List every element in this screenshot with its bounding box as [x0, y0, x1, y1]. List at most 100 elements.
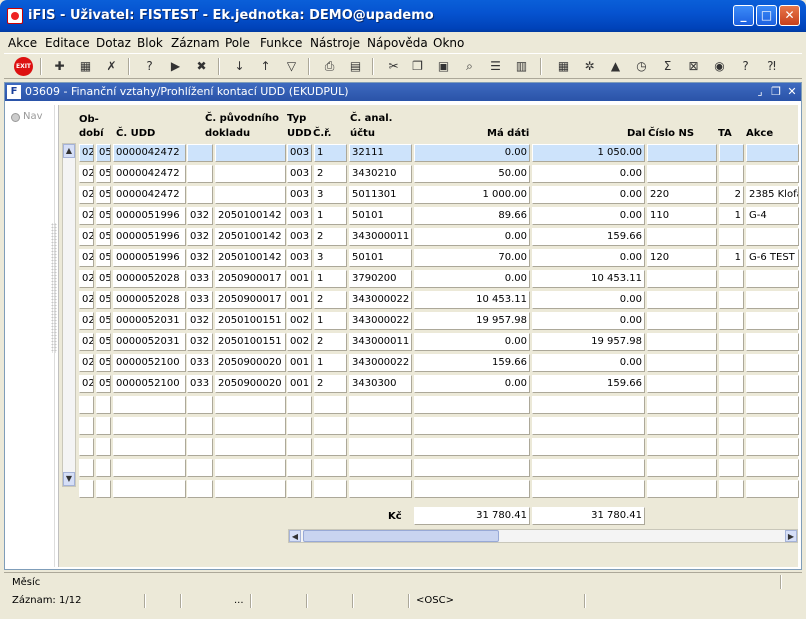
print-icon[interactable]: ⎙ — [320, 57, 339, 76]
cell-cudd[interactable]: 0000052028 — [113, 291, 186, 309]
cancel-query-icon[interactable]: ✖ — [192, 57, 211, 76]
cell-puvodni-doklad[interactable] — [215, 186, 286, 204]
cell-akce[interactable] — [746, 417, 799, 435]
cell-puvodni-doklad[interactable] — [215, 396, 286, 414]
cell-dal[interactable] — [532, 396, 645, 414]
cell-cudd[interactable]: 0000051996 — [113, 207, 186, 225]
find-icon[interactable]: ⌕ — [460, 57, 479, 76]
cell-dal[interactable] — [532, 459, 645, 477]
cell-cislons[interactable] — [647, 354, 717, 372]
cell-anal-ucet[interactable] — [349, 480, 412, 498]
cell-anal-ucet[interactable] — [349, 438, 412, 456]
cell-dal[interactable]: 0.00 — [532, 312, 645, 330]
cell-akce[interactable] — [746, 354, 799, 372]
form-restore-icon[interactable]: ❐ — [769, 84, 783, 99]
cell-puvodni-doklad[interactable]: 2050100142 — [215, 228, 286, 246]
cell-obdobi-1[interactable] — [79, 438, 94, 456]
form-close-icon[interactable]: ✕ — [785, 84, 799, 99]
menu-blok[interactable]: Blok — [137, 36, 163, 50]
context-help-icon[interactable]: ⁈ — [762, 57, 781, 76]
cell-puvodni-doklad[interactable]: 2050100142 — [215, 207, 286, 225]
cell-cr[interactable]: 3 — [314, 186, 347, 204]
cell-akce[interactable] — [746, 375, 799, 393]
cell-doctype[interactable] — [187, 438, 213, 456]
cell-doctype[interactable]: 033 — [187, 291, 213, 309]
cell-obdobi-2[interactable]: 05 — [96, 312, 111, 330]
cell-anal-ucet[interactable]: 32111 — [349, 144, 412, 162]
cell-doctype[interactable]: 033 — [187, 354, 213, 372]
save-icon[interactable]: ▦ — [76, 57, 95, 76]
cell-madati[interactable]: 0.00 — [414, 270, 530, 288]
cell-ta[interactable] — [719, 459, 744, 477]
cell-typ-udd[interactable]: 001 — [287, 291, 312, 309]
scroll-thumb[interactable] — [303, 530, 499, 542]
cell-akce[interactable] — [746, 165, 799, 183]
scroll-down-icon[interactable]: ▼ — [63, 472, 75, 486]
cell-madati[interactable] — [414, 480, 530, 498]
menu-funkce[interactable]: Funkce — [260, 36, 302, 50]
cell-cislons[interactable] — [647, 165, 717, 183]
cell-cislons[interactable] — [647, 333, 717, 351]
cell-cr[interactable]: 1 — [314, 144, 347, 162]
cell-cr[interactable] — [314, 396, 347, 414]
cell-dal[interactable]: 1 050.00 — [532, 144, 645, 162]
cell-obdobi-1[interactable] — [79, 480, 94, 498]
cell-anal-ucet[interactable]: 3790200 — [349, 270, 412, 288]
calculator-icon[interactable]: ▦ — [554, 57, 573, 76]
clock-icon[interactable]: ◷ — [632, 57, 651, 76]
cell-doctype[interactable]: 032 — [187, 207, 213, 225]
cell-obdobi-2[interactable]: 05 — [96, 228, 111, 246]
cell-akce[interactable] — [746, 459, 799, 477]
cell-cislons[interactable] — [647, 396, 717, 414]
cell-cudd[interactable]: 0000052031 — [113, 312, 186, 330]
cell-obdobi-1[interactable]: 02 — [79, 270, 94, 288]
cell-cislons[interactable] — [647, 312, 717, 330]
cell-puvodni-doklad[interactable] — [215, 417, 286, 435]
cell-cislons[interactable] — [647, 438, 717, 456]
cell-doctype[interactable]: 033 — [187, 270, 213, 288]
cell-doctype[interactable] — [187, 144, 213, 162]
cell-akce[interactable] — [746, 333, 799, 351]
cell-cudd[interactable]: 0000052100 — [113, 354, 186, 372]
cell-puvodni-doklad[interactable] — [215, 459, 286, 477]
cell-cislons[interactable] — [647, 228, 717, 246]
cell-ta[interactable] — [719, 396, 744, 414]
cell-ta[interactable] — [719, 354, 744, 372]
execute-query-icon[interactable]: ▶ — [166, 57, 185, 76]
scroll-up-icon[interactable]: ▲ — [63, 144, 75, 158]
cell-cr[interactable]: 3 — [314, 249, 347, 267]
cell-obdobi-2[interactable] — [96, 459, 111, 477]
sort-asc-icon[interactable]: ↓ — [230, 57, 249, 76]
cell-madati[interactable]: 89.66 — [414, 207, 530, 225]
cell-anal-ucet[interactable]: 5011301 — [349, 186, 412, 204]
cell-cr[interactable]: 2 — [314, 228, 347, 246]
cell-ta[interactable] — [719, 333, 744, 351]
cell-anal-ucet[interactable]: 3430210 — [349, 165, 412, 183]
cell-doctype[interactable] — [187, 417, 213, 435]
menu-napoveda[interactable]: Nápověda — [367, 36, 428, 50]
cell-dal[interactable]: 0.00 — [532, 291, 645, 309]
chart-icon[interactable]: ▲ — [606, 57, 625, 76]
cell-cislons[interactable] — [647, 459, 717, 477]
cell-typ-udd[interactable] — [287, 480, 312, 498]
cell-cislons[interactable] — [647, 291, 717, 309]
cell-typ-udd[interactable]: 001 — [287, 375, 312, 393]
cell-obdobi-1[interactable]: 02 — [79, 312, 94, 330]
cell-dal[interactable]: 159.66 — [532, 228, 645, 246]
cell-ta[interactable] — [719, 438, 744, 456]
cell-dal[interactable]: 10 453.11 — [532, 270, 645, 288]
cell-akce[interactable] — [746, 228, 799, 246]
cell-madati[interactable]: 1 000.00 — [414, 186, 530, 204]
cell-obdobi-1[interactable]: 02 — [79, 207, 94, 225]
cell-obdobi-2[interactable]: 05 — [96, 291, 111, 309]
cell-cislons[interactable]: 110 — [647, 207, 717, 225]
cell-typ-udd[interactable] — [287, 417, 312, 435]
cell-cudd[interactable] — [113, 438, 186, 456]
menu-editace[interactable]: Editace — [45, 36, 90, 50]
cell-puvodni-doklad[interactable] — [215, 480, 286, 498]
cell-obdobi-2[interactable]: 05 — [96, 186, 111, 204]
cell-typ-udd[interactable]: 001 — [287, 270, 312, 288]
cell-cudd[interactable] — [113, 459, 186, 477]
cell-obdobi-1[interactable]: 02 — [79, 354, 94, 372]
cell-typ-udd[interactable] — [287, 438, 312, 456]
